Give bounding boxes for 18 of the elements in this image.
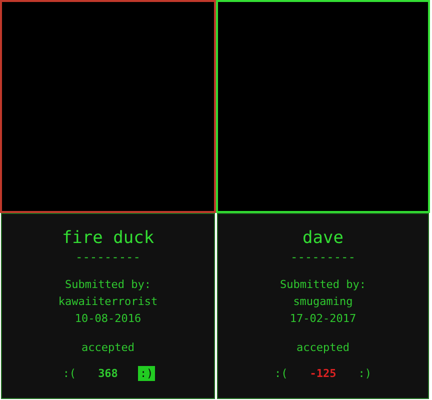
title-underline: ---------: [290, 250, 356, 264]
submitted-label: Submitted by:: [64, 278, 152, 291]
card-title: fire duck: [62, 228, 154, 248]
score: 368: [98, 367, 118, 380]
downvote-button[interactable]: :(: [60, 366, 78, 381]
status-text: accepted: [82, 341, 134, 354]
card-title: dave: [302, 228, 344, 248]
submission-date: 17-02-2017: [290, 312, 356, 325]
score: -125: [310, 367, 336, 380]
downvote-button[interactable]: :(: [272, 366, 290, 381]
status-text: accepted: [296, 341, 350, 354]
upvote-button[interactable]: :): [356, 366, 374, 381]
author-name: kawaiiterrorist: [58, 295, 158, 308]
author-name: smugaming: [293, 295, 353, 308]
upvote-button[interactable]: :): [138, 366, 156, 381]
submitted-label: Submitted by:: [280, 278, 366, 291]
submission-date: 10-08-2016: [74, 312, 142, 325]
title-underline: ---------: [75, 250, 141, 264]
